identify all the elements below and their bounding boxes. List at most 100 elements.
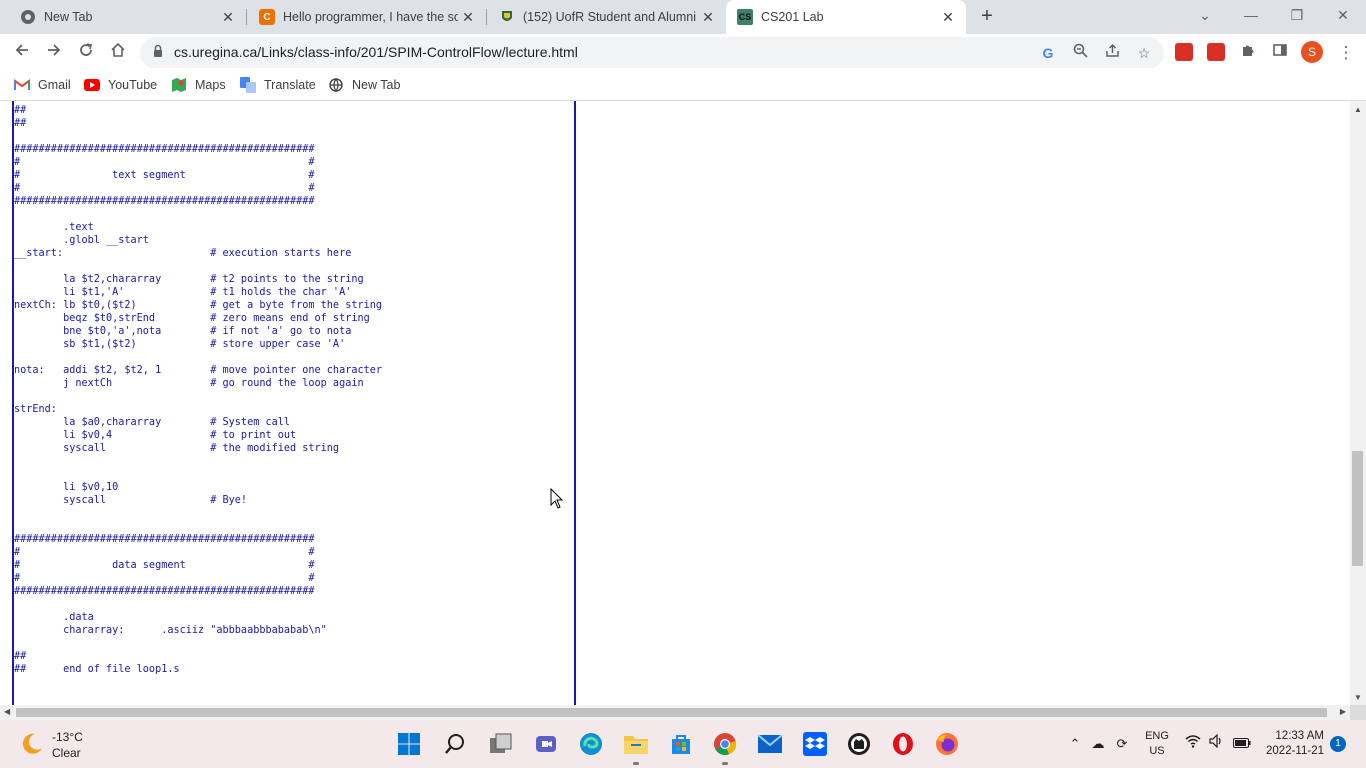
bookmark-star-icon[interactable]: ☆ [1134, 43, 1154, 63]
code-line: la $t2,chararray # t2 points to the stri… [14, 274, 364, 285]
search-icon[interactable] [441, 730, 469, 758]
bookmark-label: New Tab [352, 78, 401, 92]
scroll-up-arrow-icon[interactable]: ▲ [1354, 105, 1362, 114]
scrollbar-corner [1350, 705, 1366, 720]
tab-chegg[interactable]: C Hello programmer, I have the sol ✕ [246, 0, 486, 34]
bookmarks-bar: Gmail YouTube Maps Translate New Tab [0, 72, 1366, 98]
mail-icon[interactable] [756, 730, 784, 758]
weather-condition[interactable]: Clear [52, 746, 81, 760]
lock-icon[interactable] [153, 44, 163, 58]
store-icon[interactable] [667, 730, 695, 758]
bookmark-label: Translate [264, 78, 316, 92]
extension-video-icon[interactable] [1175, 43, 1193, 61]
tab-uofr[interactable]: (152) UofR Student and Alumni W ✕ [486, 0, 726, 34]
cs-icon: CS [737, 9, 753, 25]
vertical-scroll-thumb[interactable] [1352, 451, 1363, 566]
bookmark-label: YouTube [108, 78, 158, 92]
weather-temperature[interactable]: -13°C [52, 730, 83, 744]
tab-search-icon[interactable]: ⌄ [1182, 0, 1228, 30]
close-tab-icon[interactable]: ✕ [938, 9, 958, 26]
file-explorer-icon[interactable] [622, 730, 650, 758]
close-tab-icon[interactable]: ✕ [458, 9, 478, 26]
firefox-icon[interactable] [933, 730, 961, 758]
edge-icon[interactable] [577, 730, 605, 758]
tray-overflow-chevron-icon[interactable]: ⌃ [1065, 734, 1085, 754]
tab-new-tab[interactable]: New Tab ✕ [0, 0, 246, 34]
reload-icon[interactable] [74, 41, 98, 65]
code-line: .text [14, 222, 94, 233]
code-line: la $a0,chararray # System call [14, 417, 291, 428]
code-line: nextCh: lb $t0,($t2) # get a byte from t… [14, 300, 383, 311]
teams-icon[interactable] [532, 730, 560, 758]
zoom-icon[interactable] [1070, 43, 1090, 63]
page-content: ## ## ###################################… [0, 101, 1350, 705]
language-indicator[interactable]: ENG US [1143, 729, 1171, 759]
back-arrow-icon[interactable] [10, 41, 34, 65]
menu-kebab-icon[interactable]: ⋮ [1334, 41, 1358, 65]
scroll-right-arrow-icon[interactable]: ▶ [1340, 707, 1346, 716]
browser-toolbar: cs.uregina.ca/Links/class-info/201/SPIM-… [0, 34, 1366, 72]
windows-start-icon[interactable] [395, 730, 423, 758]
bookmark-translate[interactable]: Translate [240, 76, 316, 94]
github-desktop-icon[interactable] [845, 730, 873, 758]
battery-icon[interactable] [1232, 734, 1252, 754]
extensions-puzzle-icon[interactable] [1236, 41, 1260, 65]
tab-title: New Tab [44, 10, 93, 24]
minimize-icon[interactable]: — [1228, 0, 1274, 30]
forward-arrow-icon[interactable] [42, 41, 66, 65]
profile-avatar[interactable]: S [1301, 41, 1323, 63]
horizontal-scroll-thumb[interactable] [16, 708, 1327, 717]
language-code: ENG [1145, 730, 1169, 742]
close-tab-icon[interactable]: ✕ [698, 9, 718, 26]
dropbox-icon[interactable] [801, 730, 829, 758]
code-line: # # [14, 547, 315, 558]
code-line: syscall # Bye! [14, 495, 248, 506]
bookmark-gmail[interactable]: Gmail [14, 76, 71, 94]
code-line: syscall # the modified string [14, 443, 340, 454]
code-line: .data [14, 612, 94, 623]
clock-date: 2022-11-21 [1266, 745, 1324, 757]
notification-badge[interactable]: 1 [1330, 736, 1346, 752]
new-tab-button[interactable]: + [976, 5, 998, 27]
code-line: # data segment # [14, 560, 315, 571]
code-line: __start: # execution starts here [14, 248, 352, 259]
tab-cs201-lab[interactable]: CS CS201 Lab ✕ [726, 0, 966, 34]
home-icon[interactable] [106, 41, 130, 65]
opera-icon[interactable] [889, 730, 917, 758]
code-line: li $t1,'A' # t1 holds the char 'A' [14, 287, 352, 298]
chegg-icon: C [259, 9, 275, 25]
horizontal-scrollbar[interactable]: ◀ ▶ [0, 705, 1350, 720]
extension-record-icon[interactable] [1207, 43, 1225, 61]
share-icon[interactable] [1102, 43, 1122, 63]
volume-icon[interactable] [1207, 733, 1227, 754]
tab-title: Hello programmer, I have the sol [283, 10, 458, 24]
code-listing: ## ## ###################################… [14, 101, 382, 676]
side-panel-icon[interactable] [1268, 41, 1292, 65]
restore-icon[interactable]: ❐ [1274, 0, 1320, 30]
address-bar[interactable]: cs.uregina.ca/Links/class-info/201/SPIM-… [140, 37, 1164, 68]
chrome-icon[interactable] [711, 730, 739, 758]
windows-taskbar: -13°C Clear ⌃ ☁ ⟳ ENG US 12:33 AM 2022-1… [0, 720, 1366, 768]
scroll-left-arrow-icon[interactable]: ◀ [4, 707, 10, 716]
bookmark-youtube[interactable]: YouTube [84, 76, 157, 94]
code-line: ## [14, 651, 27, 662]
moon-weather-icon[interactable] [20, 732, 44, 756]
scroll-down-arrow-icon[interactable]: ▼ [1354, 693, 1362, 702]
google-icon[interactable]: G [1038, 43, 1058, 63]
task-view-icon[interactable] [487, 730, 515, 758]
vertical-scrollbar[interactable]: ▲ ▼ [1350, 101, 1366, 705]
sync-icon[interactable]: ⟳ [1112, 734, 1132, 754]
wifi-icon[interactable] [1183, 734, 1203, 754]
region-code: US [1149, 745, 1165, 757]
onedrive-icon[interactable]: ☁ [1088, 734, 1108, 754]
bookmark-maps[interactable]: Maps [171, 76, 226, 94]
bookmark-new-tab[interactable]: New Tab [328, 76, 400, 94]
system-clock[interactable]: 12:33 AM 2022-11-21 [1262, 729, 1324, 759]
url-text[interactable]: cs.uregina.ca/Links/class-info/201/SPIM-… [174, 44, 578, 60]
close-tab-icon[interactable]: ✕ [218, 9, 238, 26]
tab-title: CS201 Lab [761, 10, 824, 24]
window-close-icon[interactable]: ✕ [1320, 0, 1366, 30]
